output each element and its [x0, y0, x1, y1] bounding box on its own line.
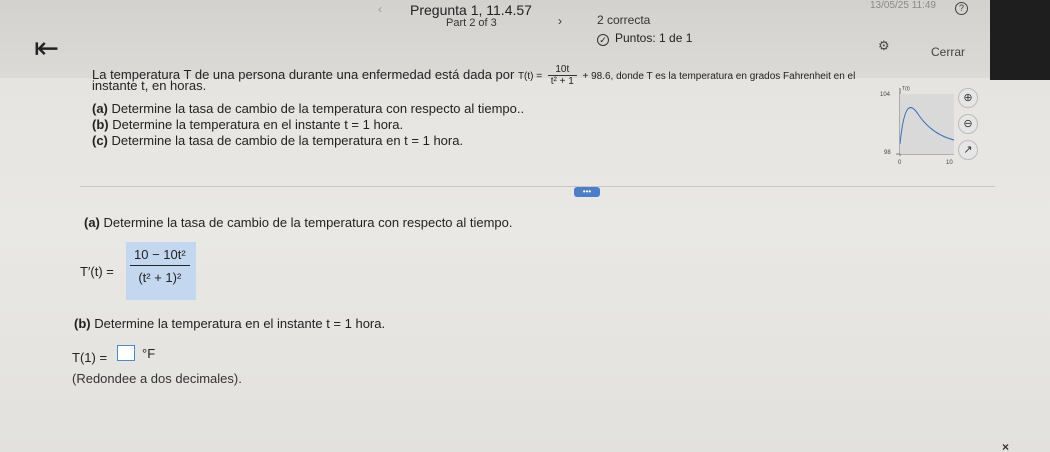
- problem-item-a: (a) Determine la tasa de cambio de la te…: [92, 101, 524, 116]
- external-link-icon[interactable]: ↗: [958, 140, 978, 160]
- graph-x-right: 10: [946, 160, 953, 166]
- item-label: (c): [92, 133, 108, 148]
- section-b-label: (b): [74, 316, 91, 331]
- rounding-note: (Redondee a dos decimales).: [72, 371, 242, 386]
- item-text: Determine la tasa de cambio de la temper…: [111, 101, 525, 116]
- graph-x-left: 0: [898, 160, 902, 166]
- part-indicator: Part 2 of 3: [446, 17, 497, 29]
- next-question-icon[interactable]: ›: [558, 14, 562, 28]
- section-b-heading: (b) Determine la temperatura en el insta…: [74, 316, 385, 331]
- divider: [80, 186, 995, 187]
- graph-y-axis-name: T(t): [902, 86, 910, 92]
- graph-y-top: 104: [880, 92, 891, 98]
- problem-item-b: (b) Determine la temperatura en el insta…: [92, 117, 403, 132]
- check-icon: ✓: [597, 34, 609, 46]
- correct-count: 2 correcta: [597, 13, 651, 27]
- help-icon[interactable]: ?: [955, 2, 968, 15]
- close-icon[interactable]: ×: [1002, 440, 1009, 452]
- item-text: Determine la temperatura en el instante …: [112, 117, 404, 132]
- points-label: Puntos: 1 de 1: [615, 31, 693, 45]
- dark-edge: [990, 0, 1050, 80]
- answer-numerator: 10 − 10t²: [130, 247, 190, 266]
- item-text: Determine la tasa de cambio de la temper…: [111, 133, 464, 148]
- prev-question-icon[interactable]: ‹: [378, 2, 382, 16]
- item-label: (b): [92, 117, 109, 132]
- fraction-numerator: 10t: [547, 64, 577, 76]
- derivative-lhs: T′(t) =: [80, 264, 114, 279]
- more-button[interactable]: •••: [574, 187, 600, 197]
- temperature-answer-input[interactable]: [117, 345, 135, 361]
- unit-label: °F: [142, 346, 156, 361]
- zoom-in-icon[interactable]: ⊕: [958, 88, 978, 108]
- section-a-text: Determine la tasa de cambio de la temper…: [103, 215, 513, 230]
- item-label: (a): [92, 101, 108, 116]
- problem-tail: + 98.6, donde T es la temperatura en gra…: [582, 70, 856, 82]
- temperature-graph-thumbnail[interactable]: 104 T(t) 98 0 10: [878, 84, 958, 174]
- t1-lhs: T(1) =: [72, 350, 108, 365]
- function-fraction: 10t t² + 1: [547, 64, 577, 87]
- problem-statement: La temperatura T de una persona durante …: [92, 64, 855, 87]
- answer-denominator: (t² + 1)²: [138, 270, 182, 285]
- points-status: ✓ Puntos: 1 de 1: [597, 31, 692, 46]
- graph-plot-area: [900, 94, 954, 154]
- gear-icon[interactable]: ⚙: [878, 38, 890, 54]
- derivative-answer: 10 − 10t² (t² + 1)²: [130, 247, 190, 285]
- question-title: Pregunta 1, 11.4.57: [410, 2, 532, 18]
- zoom-out-icon[interactable]: ⊖: [958, 114, 978, 134]
- section-a-label: (a): [84, 215, 100, 230]
- problem-line-2: instante t, en horas.: [92, 78, 207, 93]
- fraction-denominator: t² + 1: [550, 76, 574, 87]
- function-lhs: T(t) =: [517, 70, 543, 82]
- close-button[interactable]: Cerrar: [931, 45, 965, 59]
- timestamp: 13/05/25 11:49: [870, 0, 936, 11]
- graph-y-bottom: 98: [884, 150, 891, 156]
- back-arrow-icon[interactable]: ⇤: [34, 34, 59, 64]
- section-b-text: Determine la temperatura en el instante …: [94, 316, 386, 331]
- problem-item-c: (c) Determine la tasa de cambio de la te…: [92, 133, 463, 148]
- section-a-heading: (a) Determine la tasa de cambio de la te…: [84, 215, 513, 230]
